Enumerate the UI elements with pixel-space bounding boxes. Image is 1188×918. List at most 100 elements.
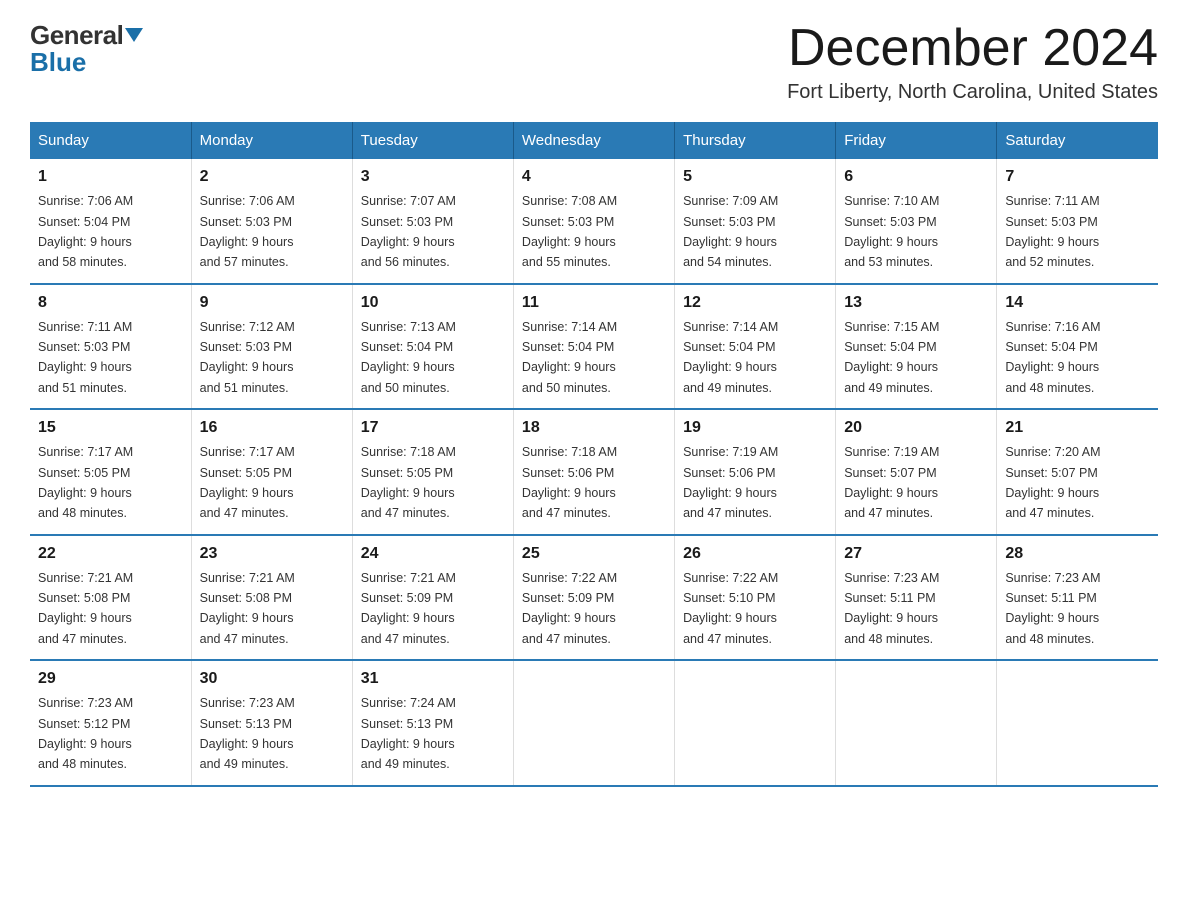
day-info: Sunrise: 7:20 AMSunset: 5:07 PMDaylight:…	[1005, 445, 1100, 520]
table-row: 28 Sunrise: 7:23 AMSunset: 5:11 PMDaylig…	[997, 535, 1158, 661]
day-info: Sunrise: 7:21 AMSunset: 5:08 PMDaylight:…	[200, 571, 295, 646]
table-row	[675, 660, 836, 786]
day-info: Sunrise: 7:16 AMSunset: 5:04 PMDaylight:…	[1005, 320, 1100, 395]
logo-blue-text: Blue	[30, 47, 86, 78]
header-wednesday: Wednesday	[513, 122, 674, 159]
table-row: 20 Sunrise: 7:19 AMSunset: 5:07 PMDaylig…	[836, 409, 997, 535]
days-of-week-row: Sunday Monday Tuesday Wednesday Thursday…	[30, 122, 1158, 159]
header-sunday: Sunday	[30, 122, 191, 159]
day-info: Sunrise: 7:21 AMSunset: 5:08 PMDaylight:…	[38, 571, 133, 646]
table-row: 21 Sunrise: 7:20 AMSunset: 5:07 PMDaylig…	[997, 409, 1158, 535]
day-info: Sunrise: 7:12 AMSunset: 5:03 PMDaylight:…	[200, 320, 295, 395]
day-number: 12	[683, 291, 827, 315]
table-row	[513, 660, 674, 786]
day-info: Sunrise: 7:24 AMSunset: 5:13 PMDaylight:…	[361, 696, 456, 771]
calendar-body: 1 Sunrise: 7:06 AMSunset: 5:04 PMDayligh…	[30, 159, 1158, 786]
table-row: 11 Sunrise: 7:14 AMSunset: 5:04 PMDaylig…	[513, 284, 674, 410]
day-info: Sunrise: 7:23 AMSunset: 5:11 PMDaylight:…	[844, 571, 939, 646]
header-thursday: Thursday	[675, 122, 836, 159]
table-row: 7 Sunrise: 7:11 AMSunset: 5:03 PMDayligh…	[997, 159, 1158, 284]
day-info: Sunrise: 7:22 AMSunset: 5:09 PMDaylight:…	[522, 571, 617, 646]
table-row: 15 Sunrise: 7:17 AMSunset: 5:05 PMDaylig…	[30, 409, 191, 535]
table-row: 25 Sunrise: 7:22 AMSunset: 5:09 PMDaylig…	[513, 535, 674, 661]
day-info: Sunrise: 7:06 AMSunset: 5:04 PMDaylight:…	[38, 194, 133, 269]
calendar-week-row: 1 Sunrise: 7:06 AMSunset: 5:04 PMDayligh…	[30, 159, 1158, 284]
table-row	[997, 660, 1158, 786]
day-info: Sunrise: 7:11 AMSunset: 5:03 PMDaylight:…	[38, 320, 132, 395]
day-info: Sunrise: 7:23 AMSunset: 5:11 PMDaylight:…	[1005, 571, 1100, 646]
day-number: 9	[200, 291, 344, 315]
day-number: 2	[200, 165, 344, 189]
logo-triangle-icon	[125, 28, 143, 42]
title-section: December 2024 Fort Liberty, North Caroli…	[787, 20, 1158, 104]
calendar-week-row: 15 Sunrise: 7:17 AMSunset: 5:05 PMDaylig…	[30, 409, 1158, 535]
day-info: Sunrise: 7:17 AMSunset: 5:05 PMDaylight:…	[38, 445, 133, 520]
table-row: 23 Sunrise: 7:21 AMSunset: 5:08 PMDaylig…	[191, 535, 352, 661]
table-row: 17 Sunrise: 7:18 AMSunset: 5:05 PMDaylig…	[352, 409, 513, 535]
day-number: 20	[844, 416, 988, 440]
day-number: 4	[522, 165, 666, 189]
day-number: 30	[200, 667, 344, 691]
table-row: 22 Sunrise: 7:21 AMSunset: 5:08 PMDaylig…	[30, 535, 191, 661]
day-number: 26	[683, 542, 827, 566]
day-number: 5	[683, 165, 827, 189]
table-row: 19 Sunrise: 7:19 AMSunset: 5:06 PMDaylig…	[675, 409, 836, 535]
day-number: 27	[844, 542, 988, 566]
day-info: Sunrise: 7:17 AMSunset: 5:05 PMDaylight:…	[200, 445, 295, 520]
table-row: 24 Sunrise: 7:21 AMSunset: 5:09 PMDaylig…	[352, 535, 513, 661]
month-year-title: December 2024	[787, 20, 1158, 77]
day-number: 13	[844, 291, 988, 315]
table-row: 14 Sunrise: 7:16 AMSunset: 5:04 PMDaylig…	[997, 284, 1158, 410]
calendar-table: Sunday Monday Tuesday Wednesday Thursday…	[30, 122, 1158, 787]
day-number: 22	[38, 542, 183, 566]
day-info: Sunrise: 7:14 AMSunset: 5:04 PMDaylight:…	[522, 320, 617, 395]
day-number: 16	[200, 416, 344, 440]
table-row: 29 Sunrise: 7:23 AMSunset: 5:12 PMDaylig…	[30, 660, 191, 786]
calendar-week-row: 29 Sunrise: 7:23 AMSunset: 5:12 PMDaylig…	[30, 660, 1158, 786]
header-tuesday: Tuesday	[352, 122, 513, 159]
table-row: 12 Sunrise: 7:14 AMSunset: 5:04 PMDaylig…	[675, 284, 836, 410]
day-number: 1	[38, 165, 183, 189]
day-number: 8	[38, 291, 183, 315]
header-saturday: Saturday	[997, 122, 1158, 159]
day-info: Sunrise: 7:21 AMSunset: 5:09 PMDaylight:…	[361, 571, 456, 646]
day-info: Sunrise: 7:08 AMSunset: 5:03 PMDaylight:…	[522, 194, 617, 269]
day-number: 28	[1005, 542, 1150, 566]
calendar-header: Sunday Monday Tuesday Wednesday Thursday…	[30, 122, 1158, 159]
day-info: Sunrise: 7:22 AMSunset: 5:10 PMDaylight:…	[683, 571, 778, 646]
day-number: 10	[361, 291, 505, 315]
table-row: 16 Sunrise: 7:17 AMSunset: 5:05 PMDaylig…	[191, 409, 352, 535]
location-subtitle: Fort Liberty, North Carolina, United Sta…	[787, 81, 1158, 104]
day-number: 19	[683, 416, 827, 440]
table-row: 10 Sunrise: 7:13 AMSunset: 5:04 PMDaylig…	[352, 284, 513, 410]
table-row: 6 Sunrise: 7:10 AMSunset: 5:03 PMDayligh…	[836, 159, 997, 284]
table-row: 2 Sunrise: 7:06 AMSunset: 5:03 PMDayligh…	[191, 159, 352, 284]
table-row: 30 Sunrise: 7:23 AMSunset: 5:13 PMDaylig…	[191, 660, 352, 786]
day-number: 24	[361, 542, 505, 566]
day-number: 11	[522, 291, 666, 315]
day-info: Sunrise: 7:19 AMSunset: 5:06 PMDaylight:…	[683, 445, 778, 520]
table-row	[836, 660, 997, 786]
day-info: Sunrise: 7:19 AMSunset: 5:07 PMDaylight:…	[844, 445, 939, 520]
calendar-week-row: 22 Sunrise: 7:21 AMSunset: 5:08 PMDaylig…	[30, 535, 1158, 661]
day-number: 6	[844, 165, 988, 189]
day-info: Sunrise: 7:07 AMSunset: 5:03 PMDaylight:…	[361, 194, 456, 269]
table-row: 27 Sunrise: 7:23 AMSunset: 5:11 PMDaylig…	[836, 535, 997, 661]
day-number: 23	[200, 542, 344, 566]
day-number: 25	[522, 542, 666, 566]
table-row: 4 Sunrise: 7:08 AMSunset: 5:03 PMDayligh…	[513, 159, 674, 284]
day-info: Sunrise: 7:13 AMSunset: 5:04 PMDaylight:…	[361, 320, 456, 395]
day-number: 7	[1005, 165, 1150, 189]
table-row: 18 Sunrise: 7:18 AMSunset: 5:06 PMDaylig…	[513, 409, 674, 535]
day-info: Sunrise: 7:11 AMSunset: 5:03 PMDaylight:…	[1005, 194, 1099, 269]
day-number: 31	[361, 667, 505, 691]
day-number: 17	[361, 416, 505, 440]
calendar-week-row: 8 Sunrise: 7:11 AMSunset: 5:03 PMDayligh…	[30, 284, 1158, 410]
day-number: 29	[38, 667, 183, 691]
day-info: Sunrise: 7:15 AMSunset: 5:04 PMDaylight:…	[844, 320, 939, 395]
table-row: 13 Sunrise: 7:15 AMSunset: 5:04 PMDaylig…	[836, 284, 997, 410]
day-info: Sunrise: 7:14 AMSunset: 5:04 PMDaylight:…	[683, 320, 778, 395]
page-header: General Blue December 2024 Fort Liberty,…	[30, 20, 1158, 104]
day-info: Sunrise: 7:06 AMSunset: 5:03 PMDaylight:…	[200, 194, 295, 269]
day-info: Sunrise: 7:18 AMSunset: 5:06 PMDaylight:…	[522, 445, 617, 520]
